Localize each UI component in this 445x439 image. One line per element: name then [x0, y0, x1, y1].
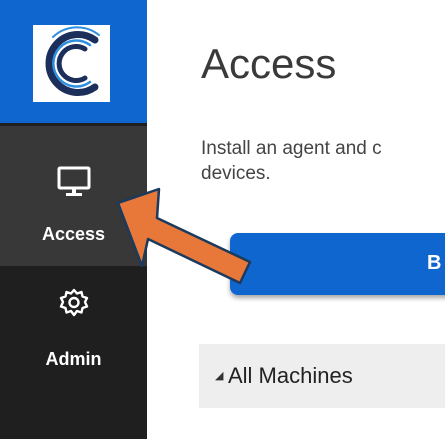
page-description: Install an agent and c devices.	[201, 136, 445, 186]
logo-area[interactable]	[0, 0, 147, 123]
logo-c-icon	[45, 26, 100, 96]
primary-action-button[interactable]: B	[230, 233, 445, 295]
sidebar-item-access[interactable]: Access	[0, 126, 147, 266]
caret-down-icon[interactable]: ◢	[215, 369, 223, 382]
company-logo	[33, 25, 110, 102]
primary-action-label: B	[427, 252, 442, 274]
description-line: Install an agent and c	[201, 138, 382, 159]
sidebar-item-label: Access	[41, 224, 106, 244]
sidebar: Access Admin	[0, 0, 147, 439]
group-label: All Machines	[228, 363, 353, 388]
monitor-icon	[57, 166, 91, 203]
sidebar-item-label: Admin	[45, 349, 102, 369]
app-window: Access Admin Access Install an agent and…	[0, 0, 445, 439]
sidebar-item-admin[interactable]: Admin	[0, 268, 147, 388]
machine-group-header[interactable]: ◢ All Machines	[199, 344, 445, 408]
gear-icon	[59, 288, 89, 323]
page-title: Access	[201, 40, 337, 87]
description-line: devices.	[201, 163, 271, 184]
